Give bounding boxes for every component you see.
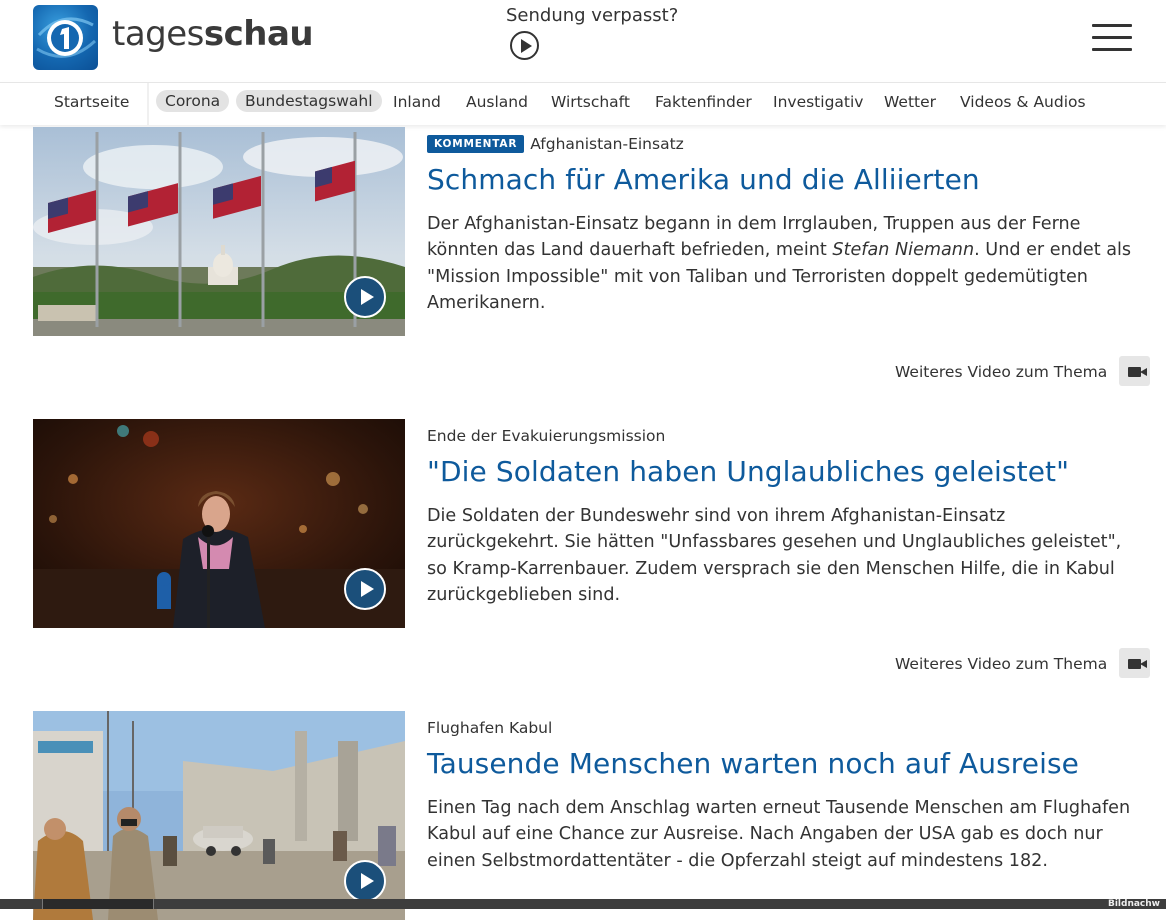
image-credits-link[interactable]: Bildnachw bbox=[1108, 899, 1160, 909]
article-teaser-text: Der Afghanistan-Einsatz begann in dem Ir… bbox=[427, 214, 1132, 313]
video-play-icon[interactable] bbox=[344, 276, 386, 318]
nav-item-bundestagswahl[interactable]: Bundestagswahl bbox=[236, 90, 382, 112]
media-player-bar: Bildnachw bbox=[0, 899, 1166, 909]
article-headline[interactable]: Schmach für Amerika und die Alliierten bbox=[427, 163, 980, 196]
video-camera-icon[interactable] bbox=[1119, 356, 1150, 386]
player-progress-segment[interactable] bbox=[42, 899, 154, 909]
article-image[interactable] bbox=[33, 419, 405, 628]
nav-item-faktenfinder[interactable]: Faktenfinder bbox=[655, 93, 752, 111]
play-circle-icon[interactable] bbox=[510, 31, 539, 60]
article-image[interactable] bbox=[33, 711, 405, 920]
article-image[interactable] bbox=[33, 127, 405, 336]
nav-item-wetter[interactable]: Wetter bbox=[884, 93, 936, 111]
hamburger-menu-button[interactable] bbox=[1092, 24, 1132, 52]
missed-show-label[interactable]: Sendung verpasst? bbox=[506, 5, 686, 26]
nav-item-wirtschaft[interactable]: Wirtschaft bbox=[551, 93, 630, 111]
brand-wordmark[interactable]: tagesschau bbox=[112, 14, 314, 54]
site-header: tagesschau Sendung verpasst? bbox=[0, 0, 1166, 82]
menu-bar-icon bbox=[1092, 24, 1132, 27]
nav-item-startseite[interactable]: Startseite bbox=[54, 93, 129, 111]
video-play-icon[interactable] bbox=[344, 568, 386, 610]
related-video-link[interactable]: Weiteres Video zum Thema bbox=[895, 655, 1107, 673]
article-headline[interactable]: Tausende Menschen warten noch auf Ausrei… bbox=[427, 747, 1079, 780]
article-kicker: Flughafen Kabul bbox=[427, 719, 553, 737]
menu-bar-icon bbox=[1092, 36, 1132, 39]
missed-show-link[interactable]: Sendung verpasst? bbox=[506, 5, 686, 60]
article-teaser-text: Einen Tag nach dem Anschlag warten erneu… bbox=[427, 798, 1131, 871]
tagesschau-logo-icon[interactable] bbox=[33, 5, 98, 70]
main-navigation: Startseite Corona Bundestagswahl Inland … bbox=[0, 82, 1166, 125]
video-camera-icon[interactable] bbox=[1119, 648, 1150, 678]
video-play-icon[interactable] bbox=[344, 860, 386, 902]
nav-item-inland[interactable]: Inland bbox=[393, 93, 441, 111]
article-teaser-text: Die Soldaten der Bundeswehr sind von ihr… bbox=[427, 506, 1122, 605]
article-kicker: KOMMENTAR Afghanistan-Einsatz bbox=[427, 135, 684, 153]
related-video-link[interactable]: Weiteres Video zum Thema bbox=[895, 363, 1107, 381]
menu-bar-icon bbox=[1092, 48, 1132, 51]
nav-item-corona[interactable]: Corona bbox=[156, 90, 230, 112]
nav-item-investigativ[interactable]: Investigativ bbox=[773, 93, 863, 111]
comment-badge: KOMMENTAR bbox=[427, 135, 525, 153]
article-kicker: Ende der Evakuierungsmission bbox=[427, 427, 666, 445]
article-headline[interactable]: "Die Soldaten haben Unglaubliches geleis… bbox=[427, 455, 1069, 488]
nav-item-ausland[interactable]: Ausland bbox=[466, 93, 528, 111]
nav-divider bbox=[147, 83, 149, 125]
nav-item-videos-audios[interactable]: Videos & Audios bbox=[960, 93, 1086, 111]
